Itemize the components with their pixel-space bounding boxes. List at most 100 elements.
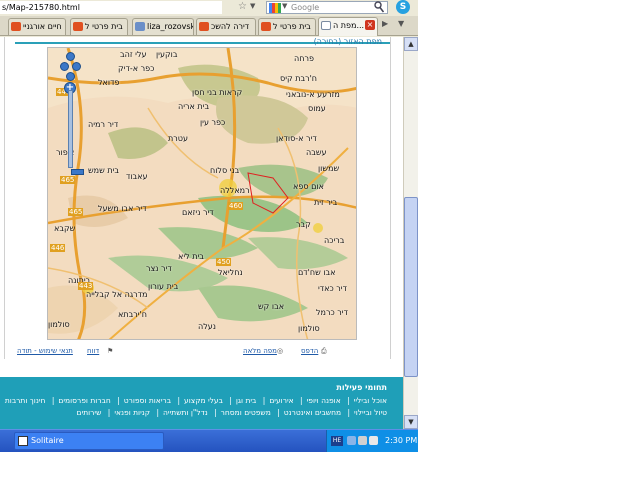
pan-down-icon[interactable] xyxy=(66,72,75,81)
google-icon[interactable] xyxy=(269,3,281,13)
close-icon[interactable]: × xyxy=(365,20,375,30)
url-input[interactable]: s/Map-215780.html xyxy=(0,1,222,14)
map-label: עשבה xyxy=(306,148,327,157)
zoom-slider-handle[interactable] xyxy=(71,169,84,175)
tab[interactable]: בית פרטי ל xyxy=(70,18,128,35)
document-icon xyxy=(321,21,331,30)
map-label: עלי זהב xyxy=(120,50,147,59)
footer-link[interactable]: בריאות וספורט xyxy=(124,396,171,405)
volume-icon[interactable] xyxy=(369,436,378,445)
footer-link[interactable]: אופנה ויופי xyxy=(307,396,341,405)
map-links: תנאי שימוש - תודה דווח ⚑ מפה מלאה ◎ הדפס… xyxy=(15,347,390,359)
footer-link[interactable]: חינוך ותרבות xyxy=(5,396,46,405)
pan-left-icon[interactable] xyxy=(60,62,69,71)
map-panel: מפת האזור (בחירה) עלי זהב בוקעין ח'רבת ק… xyxy=(4,37,391,359)
network-icon[interactable] xyxy=(358,436,367,445)
tab-label: liza_rozovsk... xyxy=(147,22,193,31)
taskbar-button-solitaire[interactable]: Solitaire xyxy=(14,432,164,450)
map-label: מזרעע א-נובאני xyxy=(286,90,340,99)
tab-label: חיים אורגניי xyxy=(23,22,62,31)
map-label: ח'רבת קיס xyxy=(280,74,318,83)
footer-title: תחומי פעילות xyxy=(336,383,387,392)
map-label: קראות בני חסן xyxy=(192,88,243,97)
footer-link[interactable]: טיול וביילוי xyxy=(354,408,387,417)
map-label: שקבא xyxy=(54,224,76,233)
road-number: 450 xyxy=(216,258,232,266)
search-box[interactable]: ▼ Google xyxy=(266,1,388,14)
footer-link[interactable]: משפטים ומסחר xyxy=(221,408,271,417)
taskbar: Solitaire HE 2:30 PM xyxy=(0,429,418,452)
pan-right-icon[interactable] xyxy=(72,62,81,71)
map-label: כפר א-דיק xyxy=(118,64,155,73)
chevron-right-icon[interactable]: ▶ xyxy=(382,19,388,28)
site-icon xyxy=(73,22,83,31)
chevron-left-icon[interactable] xyxy=(347,436,356,445)
map-label: אבו קש xyxy=(258,302,285,311)
footer-link[interactable]: קניות ופנאי xyxy=(114,408,150,417)
footer-link[interactable]: חברות ופרסומים xyxy=(58,396,110,405)
footer-link[interactable]: נדל"ן ותשתייה xyxy=(163,408,208,417)
map-label: קבר xyxy=(296,220,311,229)
map-label: דיר אבו משעל xyxy=(98,204,147,213)
footer-link[interactable]: בעלי מקצוע xyxy=(184,396,223,405)
language-indicator[interactable]: HE xyxy=(331,436,343,446)
chevron-down-icon[interactable]: ▼ xyxy=(282,2,287,10)
map-label: שמשון xyxy=(318,164,340,173)
road-number: 465 xyxy=(60,176,76,184)
scroll-up-icon[interactable]: ▲ xyxy=(404,37,418,51)
scroll-down-icon[interactable]: ▼ xyxy=(404,415,418,429)
address-bar: s/Map-215780.html ☆ ▼ ▼ Google S xyxy=(0,0,418,16)
star-icon[interactable]: ☆ xyxy=(238,1,247,12)
footer-links-row: טיול וביילוי| מחשבים ואינטרנט| משפטים ומ… xyxy=(76,408,387,417)
tab-active[interactable]: מפת ה... × xyxy=(318,17,378,36)
tab[interactable]: בית פרטי ל xyxy=(258,18,316,35)
map-label: פדואל xyxy=(98,78,120,87)
full-map-link[interactable]: מפה מלאה xyxy=(243,347,277,355)
site-icon xyxy=(135,22,145,31)
footer-link[interactable]: בית וגן xyxy=(236,396,257,405)
footer-link[interactable]: אוכל וביליי xyxy=(354,396,387,405)
search-input[interactable]: Google xyxy=(291,2,371,13)
tab[interactable]: liza_rozovsk... xyxy=(132,18,194,35)
road-number: 460 xyxy=(228,202,244,210)
map-label: נחליאל xyxy=(218,268,243,277)
zoom-control: + xyxy=(60,52,84,175)
map-label: דיר א-סודאן xyxy=(276,134,317,143)
footer-link[interactable]: שירותים xyxy=(77,408,102,417)
road-number: 465 xyxy=(68,208,84,216)
terms-link[interactable]: תנאי שימוש - תודה xyxy=(17,347,73,355)
tab[interactable]: דירה להשכ xyxy=(196,18,256,35)
pan-up-icon[interactable] xyxy=(66,52,75,61)
road-number: 446 xyxy=(50,244,66,252)
skype-icon[interactable]: S xyxy=(396,0,410,14)
map-label: ביר זית xyxy=(314,198,338,207)
zoom-slider[interactable] xyxy=(68,90,84,175)
site-icon xyxy=(11,22,21,31)
chevron-down-icon[interactable]: ▼ xyxy=(398,19,404,28)
map-label: בית עורון xyxy=(148,282,179,291)
report-link[interactable]: דווח xyxy=(87,347,99,355)
chevron-down-icon[interactable]: ▼ xyxy=(250,2,255,10)
tab[interactable]: חיים אורגניי xyxy=(8,18,66,35)
map-label: סולמון xyxy=(298,324,320,333)
map-label: עמוס xyxy=(308,104,326,113)
map-label: כפר עין xyxy=(200,118,226,127)
scrollbar-thumb[interactable] xyxy=(404,197,418,377)
map-label: בית שמש xyxy=(88,166,119,175)
footer-link[interactable]: מחשבים ואינטרנט xyxy=(284,408,341,417)
tab-label: מפת ה... xyxy=(333,21,365,30)
print-icon: ⎙ xyxy=(321,347,327,355)
search-icon[interactable] xyxy=(374,1,384,13)
map-label: בית ליא xyxy=(178,252,204,261)
site-icon xyxy=(199,22,209,31)
map[interactable]: עלי זהב בוקעין ח'רבת קיס כפר א-דיק פרחה … xyxy=(47,47,357,340)
print-link[interactable]: הדפס xyxy=(301,347,318,355)
footer-link[interactable]: אירועים xyxy=(269,396,293,405)
clock[interactable]: 2:30 PM xyxy=(385,436,417,445)
vertical-scrollbar[interactable]: ▲ ▼ xyxy=(403,37,418,429)
map-label: נעלה xyxy=(198,322,216,331)
map-label: אבו שח'דם xyxy=(298,268,336,277)
tab-bar: חיים אורגניי בית פרטי ל liza_rozovsk... … xyxy=(0,16,418,36)
map-label: בני סלוח xyxy=(210,166,240,175)
map-label: דיר רמיה xyxy=(88,120,119,129)
